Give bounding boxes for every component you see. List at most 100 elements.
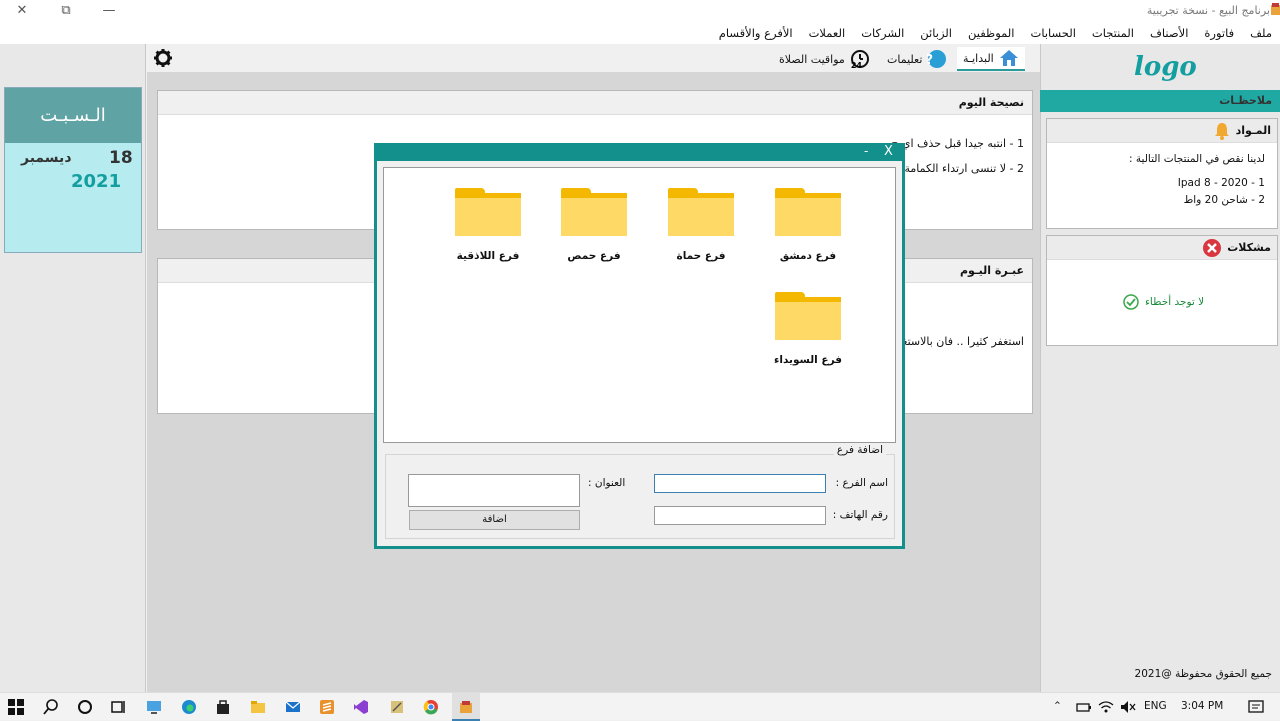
title-bar: ✕ ⧉ — برنامج البيع - نسخة تجريبية — [0, 0, 1280, 22]
branch-name-label: اسم الفرع : — [835, 477, 888, 489]
active-app-highlight[interactable] — [452, 693, 480, 721]
notes-header: ملاحظـات — [1040, 90, 1280, 112]
close-window-button[interactable]: ✕ — [12, 2, 32, 20]
cortana-icon[interactable] — [77, 699, 93, 715]
folder-label: فرع دمشق — [779, 250, 837, 262]
home-icon — [999, 50, 1018, 66]
menu-invoice[interactable]: فاتورة — [1204, 26, 1234, 40]
phone-label: رقم الهاتف : — [832, 509, 888, 521]
day-name: الـسـبـت — [5, 88, 141, 143]
advice-line-2: 2 - لا تنسى ارتداء الكمامة و — [895, 162, 1024, 175]
taskbar: ⌃ ENG 3:04 PM — [0, 692, 1280, 721]
window-title: برنامج البيع - نسخة تجريبية — [1146, 4, 1270, 17]
notifications-icon[interactable] — [1248, 699, 1264, 715]
logo: logo — [1134, 52, 1197, 82]
add-branch-button[interactable]: اضافة — [409, 510, 580, 530]
folder-sweida[interactable]: فرع السويداء — [768, 292, 848, 366]
chrome-icon[interactable] — [423, 699, 439, 715]
problems-status-label: لا توجد أخطاء — [1145, 296, 1205, 308]
edge-icon[interactable] — [181, 699, 197, 715]
problems-status: لا توجد أخطاء — [1123, 294, 1204, 310]
svg-text:?: ? — [927, 53, 933, 68]
materials-header: المـواد — [1047, 119, 1277, 143]
folder-homs[interactable]: فرع حمص — [554, 188, 634, 262]
menu-branches[interactable]: الأفرع والأقسام — [719, 26, 793, 40]
bell-icon — [1214, 122, 1229, 140]
battery-icon[interactable] — [1076, 699, 1092, 715]
volume-muted-icon[interactable] — [1120, 699, 1136, 715]
menu-employees[interactable]: الموظفين — [968, 26, 1014, 40]
quote-line-1: استغفر كثيرا .. فان بالاستغف — [890, 335, 1024, 348]
tab-home[interactable]: البدايـة — [957, 47, 1025, 71]
tab-home-label: البدايـة — [963, 51, 994, 65]
dialog-close-button[interactable]: X — [884, 144, 893, 159]
tab-prayer-times[interactable]: 24 مواقيت الصلاة — [779, 47, 872, 71]
visual-studio-icon[interactable] — [353, 699, 369, 715]
materials-box: المـواد لدينا نقص في المنتجات التالية : … — [1046, 118, 1278, 229]
store-icon[interactable] — [215, 699, 231, 715]
date-widget: الـسـبـت 18 ديسمبر 2021 — [4, 87, 142, 253]
menu-companies[interactable]: الشركات — [861, 26, 904, 40]
branch-name-input[interactable] — [654, 474, 826, 493]
task-view-icon[interactable] — [110, 699, 126, 715]
check-icon — [1123, 294, 1139, 310]
folder-latakia[interactable]: فرع اللاذقية — [448, 188, 528, 262]
add-branch-legend: اضافة فرع — [833, 444, 886, 456]
minimize-window-button[interactable]: — — [99, 2, 119, 20]
folder-icon — [668, 188, 734, 236]
folder-icon — [561, 188, 627, 236]
error-icon — [1203, 238, 1222, 257]
sublime-icon[interactable] — [319, 699, 335, 715]
phone-input[interactable] — [654, 506, 826, 525]
dialog-body: فرع دمشق فرع حماة فرع حمص فرع اللاذقية ف… — [377, 161, 902, 546]
folders-view: فرع دمشق فرع حماة فرع حمص فرع اللاذقية ف… — [383, 167, 896, 443]
menu-accounts[interactable]: الحسابات — [1031, 26, 1076, 40]
add-branch-group: اضافة فرع اسم الفرع : رقم الهاتف : العنو… — [385, 444, 895, 539]
problems-title: مشكلات — [1227, 241, 1271, 254]
folder-label: فرع حماة — [676, 250, 726, 262]
app-icon — [1271, 3, 1280, 15]
wifi-icon[interactable] — [1098, 699, 1114, 715]
day-number: 18 — [109, 148, 133, 168]
language-indicator[interactable]: ENG — [1144, 700, 1167, 712]
clock-time[interactable]: 3:04 PM — [1181, 700, 1223, 712]
branches-dialog: - X فرع دمشق فرع حماة فرع حمص فرع اللاذق… — [374, 143, 905, 549]
materials-title: المـواد — [1235, 124, 1271, 137]
file-explorer-icon[interactable] — [250, 699, 266, 715]
materials-intro: لدينا نقص في المنتجات التالية : — [1129, 153, 1265, 165]
folder-icon — [775, 188, 841, 236]
materials-item-1: Ipad 8 - 2020 - 1 — [1177, 177, 1265, 189]
menu-file[interactable]: ملف — [1250, 26, 1272, 40]
menu-categories[interactable]: الأصناف — [1150, 26, 1188, 40]
folder-label: فرع حمص — [567, 250, 621, 262]
advice-title: نصيحة اليوم — [158, 91, 1032, 115]
menu-currencies[interactable]: العملات — [809, 26, 846, 40]
month-name: ديسمبر — [21, 150, 72, 166]
windows-start-icon[interactable] — [8, 699, 24, 715]
dialog-minimize-button[interactable]: - — [864, 144, 868, 158]
year: 2021 — [71, 171, 122, 192]
advice-line-1: 1 - انتبه جيدا قبل حذف اي ح — [891, 137, 1024, 150]
search-icon[interactable] — [43, 699, 59, 715]
restore-window-button[interactable]: ⧉ — [56, 2, 76, 20]
address-input[interactable] — [408, 474, 580, 507]
tab-bar: 24 مواقيت الصلاة ? تعليمات البدايـة — [147, 44, 1040, 72]
tool-icon[interactable] — [389, 699, 405, 715]
help-icon: ? — [927, 50, 947, 68]
menu-customers[interactable]: الزبائن — [920, 26, 952, 40]
tray-chevron-icon[interactable]: ⌃ — [1053, 700, 1062, 712]
computer-icon[interactable] — [146, 699, 162, 715]
svg-text:24: 24 — [851, 61, 863, 69]
tab-prayer-label: مواقيت الصلاة — [779, 52, 845, 66]
folder-hama[interactable]: فرع حماة — [661, 188, 741, 262]
menu-products[interactable]: المنتجات — [1092, 26, 1134, 40]
folder-damascus[interactable]: فرع دمشق — [768, 188, 848, 262]
mail-icon[interactable] — [285, 699, 301, 715]
menu-bar: ملف فاتورة الأصناف المنتجات الحسابات الم… — [0, 22, 1280, 44]
gear-icon[interactable] — [153, 48, 173, 68]
folder-label: فرع السويداء — [773, 354, 843, 366]
problems-header: مشكلات — [1047, 236, 1277, 260]
tab-help-label: تعليمات — [887, 52, 923, 66]
copyright: جميع الحقوق محفوظة @2021 — [1134, 668, 1272, 680]
tab-help[interactable]: ? تعليمات — [887, 47, 947, 71]
